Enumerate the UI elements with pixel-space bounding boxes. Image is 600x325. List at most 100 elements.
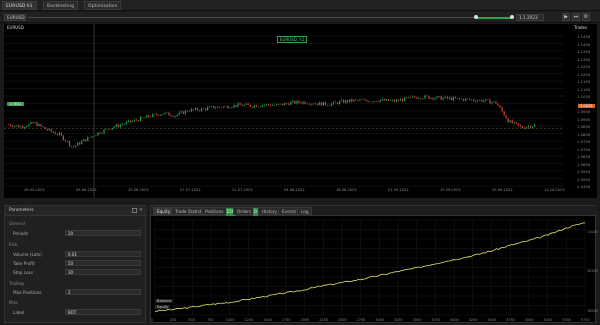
candle — [302, 101, 304, 104]
section-trading: Trading — [9, 281, 24, 286]
candle — [188, 111, 190, 112]
settings-button[interactable]: ⚙ — [582, 13, 590, 21]
candle — [328, 105, 331, 107]
candle — [527, 126, 530, 128]
price-tick-label: 1.0800 — [577, 131, 591, 137]
candle — [146, 115, 148, 118]
candle — [60, 133, 62, 136]
step-button[interactable]: ⏭ — [572, 13, 580, 21]
time-tick-label: 18.08.2023 — [336, 188, 357, 192]
candle — [239, 103, 241, 105]
equity-x-tick: 2000 — [300, 318, 310, 322]
price-tick-label: 1.0850 — [577, 124, 591, 129]
candle — [477, 100, 479, 102]
backtest-range-slider[interactable] — [28, 17, 508, 18]
equity-x-tick: 5500 — [562, 318, 571, 322]
candle — [66, 141, 69, 142]
candle — [178, 112, 180, 115]
equity-y-tick: 10500 — [587, 269, 598, 274]
input-stop-loss[interactable]: 30 — [65, 269, 141, 275]
candle — [525, 127, 528, 129]
candle — [464, 98, 467, 101]
candle — [517, 123, 519, 126]
candle — [479, 99, 481, 101]
candle — [194, 108, 197, 110]
candle — [294, 100, 296, 104]
price-tick-label: 1.1000 — [577, 101, 591, 107]
equity-x-tick: 0 — [151, 318, 154, 322]
candle — [97, 132, 99, 136]
price-chart[interactable]: EURUSD EURUSD, h1 Trades 1.0832 1.0835 1… — [4, 24, 597, 198]
price-tick-label: 1.0950 — [577, 109, 591, 114]
candle — [361, 99, 363, 101]
maximize-icon[interactable] — [132, 208, 137, 213]
candle — [452, 97, 454, 101]
tab-backtesting[interactable]: Backtesting — [43, 1, 79, 10]
candle — [200, 108, 203, 112]
time-tick-label: 01.09.2023 — [388, 188, 409, 192]
candle — [529, 126, 532, 128]
symbol-field[interactable]: EURUSD — [4, 14, 26, 21]
candle — [54, 132, 56, 135]
chart-symbol-label: EURUSD — [7, 25, 24, 30]
slider-handle-end[interactable] — [510, 15, 514, 19]
candle — [48, 128, 50, 131]
price-tick-label: 1.0600 — [577, 161, 591, 167]
equity-chart — [154, 219, 586, 316]
tab-log[interactable]: Log — [297, 207, 313, 215]
input-label[interactable]: BOT — [65, 309, 141, 315]
candle — [308, 103, 310, 105]
candle — [444, 96, 446, 98]
price-tick-label: 1.1100 — [577, 86, 591, 92]
candle — [324, 102, 326, 106]
label-take-profit: Take Profit — [13, 261, 35, 266]
candle — [265, 104, 268, 105]
candle — [503, 111, 505, 116]
candle — [93, 136, 95, 137]
candle — [318, 102, 320, 105]
candle — [533, 124, 536, 127]
slider-handle-start[interactable] — [474, 15, 478, 19]
price-tick-label: 1.0700 — [577, 146, 591, 152]
equity-x-tick: 4250 — [468, 318, 478, 322]
candle — [391, 100, 394, 101]
candle — [397, 99, 400, 101]
equity-x-tick: 250 — [169, 318, 177, 322]
candle — [109, 129, 111, 130]
play-button[interactable]: ▶ — [562, 13, 570, 21]
close-icon[interactable]: × — [139, 207, 143, 213]
candle — [418, 98, 420, 99]
input-max-positions[interactable]: 2 — [65, 289, 141, 295]
candle — [255, 105, 257, 107]
candle — [521, 126, 523, 128]
candle — [306, 103, 308, 105]
equity-x-tick: 5000 — [524, 318, 534, 322]
time-tick-label: 29.09.2023 — [492, 188, 513, 192]
toolbar: EURUSD 1.1.2023 ▶ ⏭ ⚙ — [0, 12, 600, 23]
input-take-profit[interactable]: 50 — [65, 260, 141, 266]
time-tick-label: 09.06.2023 — [76, 188, 97, 192]
tab-chart[interactable]: EURUSD h1 — [2, 1, 37, 10]
trades-toggle[interactable]: Trades — [574, 25, 587, 30]
candle — [160, 114, 162, 116]
candle — [253, 105, 255, 108]
candle — [22, 126, 24, 129]
input-volume[interactable]: 0.01 — [65, 251, 141, 257]
candle — [430, 97, 432, 99]
candle — [101, 133, 103, 134]
candle — [32, 122, 34, 124]
tab-optimization[interactable]: Optimization — [84, 1, 122, 10]
input-periods[interactable]: 20 — [65, 230, 141, 236]
candle — [513, 122, 515, 124]
date-field[interactable]: 1.1.2023 — [516, 14, 544, 21]
candle — [304, 101, 306, 104]
candle — [36, 122, 38, 127]
time-tick-label: 15.09.2023 — [440, 188, 461, 192]
candle — [511, 120, 513, 124]
candle — [99, 132, 101, 134]
candle — [257, 106, 259, 108]
candle — [202, 108, 205, 110]
candle — [42, 126, 44, 128]
candle — [40, 124, 42, 127]
candle — [436, 96, 438, 99]
